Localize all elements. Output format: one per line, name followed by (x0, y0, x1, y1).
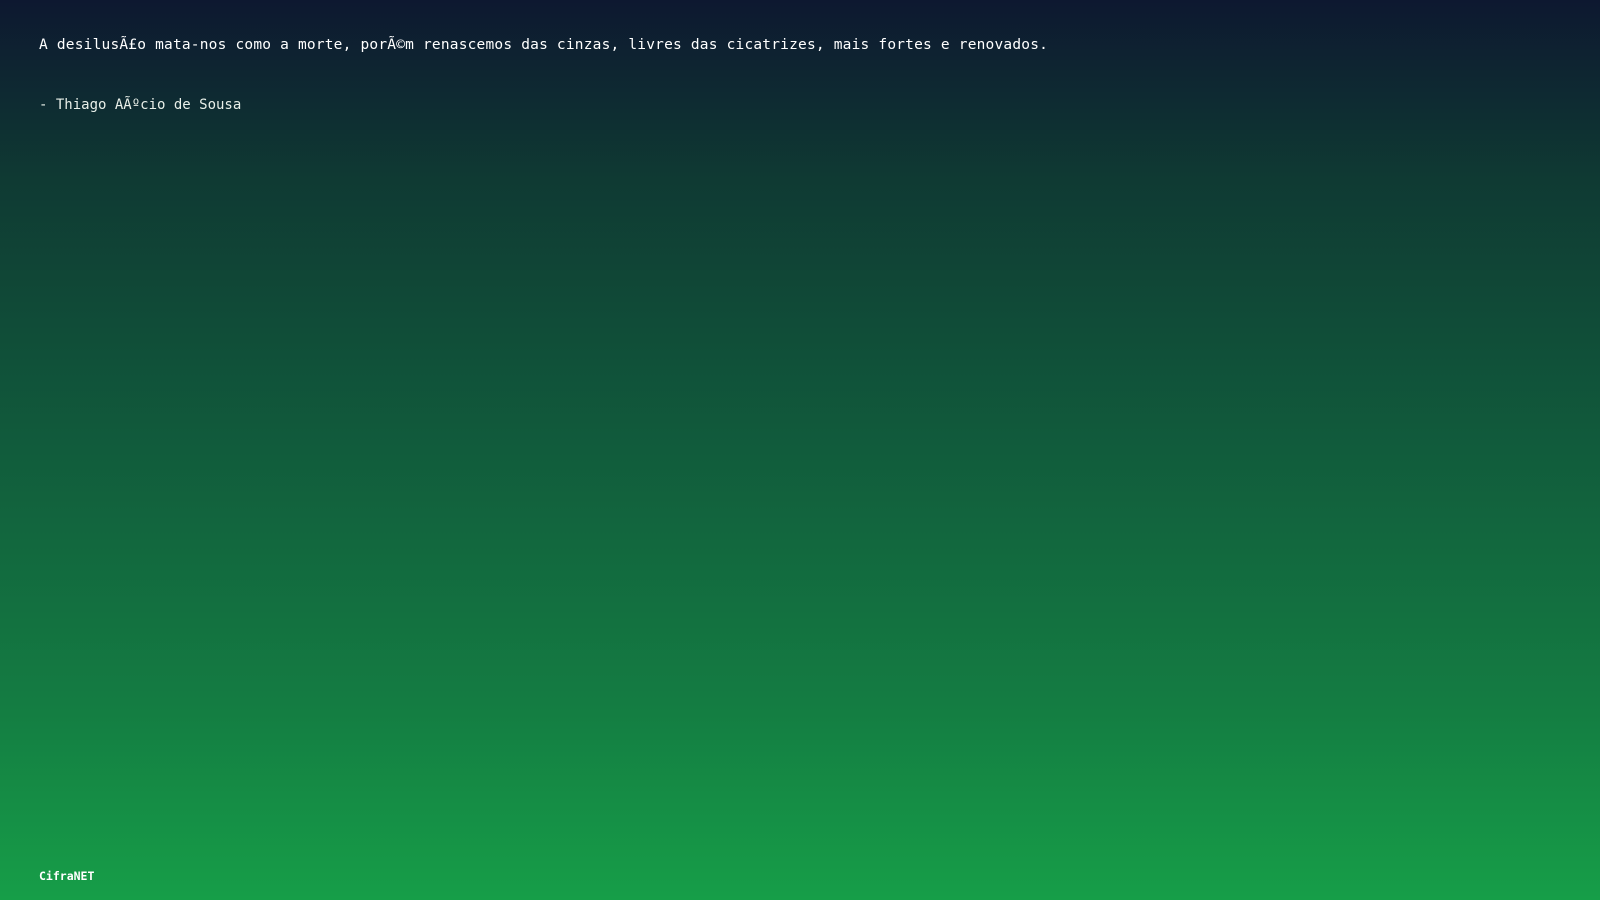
quote-author: - Thiago AÃºcio de Sousa (39, 97, 242, 113)
brand-logo-text: CifraNET (39, 869, 95, 883)
quote-text: A desilusÃ£o mata-nos como a morte, porÃ… (39, 37, 1049, 53)
